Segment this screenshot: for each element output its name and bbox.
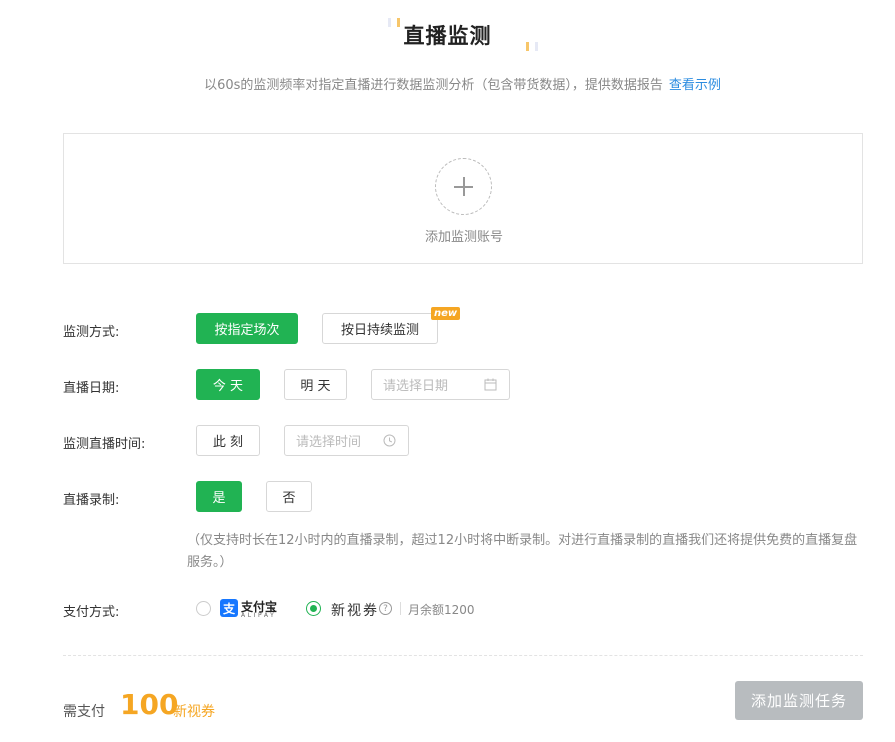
calendar-icon (484, 378, 497, 391)
date-picker-input[interactable]: 请选择日期 (371, 369, 510, 400)
time-picker-input[interactable]: 请选择时间 (284, 425, 409, 456)
question-circle-icon[interactable]: ? (379, 602, 392, 615)
subtitle-text: 以60s的监测频率对指定直播进行数据监测分析（包含带货数据），提供数据报告 (204, 78, 663, 93)
title-decoration (535, 42, 538, 51)
page-title: 直播监测 (403, 24, 492, 48)
coupon-radio[interactable] (306, 601, 321, 616)
add-monitor-task-button[interactable]: 添加监测任务 (735, 681, 863, 720)
alipay-logo-icon: 支 (220, 599, 238, 617)
record-no-button[interactable]: 否 (266, 481, 312, 512)
now-button[interactable]: 此 刻 (196, 425, 260, 456)
coupon-name: 新视券 (331, 603, 379, 619)
pay-unit: 新视券 (173, 704, 215, 720)
today-button[interactable]: 今 天 (196, 369, 260, 400)
clock-icon (383, 434, 396, 447)
page-subtitle: 以60s的监测频率对指定直播进行数据监测分析（包含带货数据），提供数据报告 查看示… (0, 74, 895, 93)
pay-amount: 100 (120, 688, 179, 721)
mode-by-session-button[interactable]: 按指定场次 (196, 313, 298, 344)
recording-label: 直播录制: (63, 493, 120, 508)
plus-icon[interactable] (435, 158, 492, 215)
tomorrow-button[interactable]: 明 天 (284, 369, 347, 400)
mode-daily-button[interactable]: 按日持续监测 (322, 313, 438, 344)
add-account-label: 添加监测账号 (424, 230, 503, 245)
alipay-sub: ALIPAY (241, 612, 277, 619)
recording-note: （仅支持时长在12小时内的直播录制，超过12小时将中断录制。对进行直播录制的直播… (187, 533, 858, 570)
alipay-radio[interactable] (196, 601, 211, 616)
live-time-label: 监测直播时间: (63, 437, 146, 452)
coupon-balance: 月余额1200 (408, 603, 475, 617)
divider (400, 602, 401, 615)
page-header: 直播监测 以60s的监测频率对指定直播进行数据监测分析（包含带货数据），提供数据… (0, 0, 895, 100)
date-picker-placeholder: 请选择日期 (383, 379, 449, 394)
live-date-label: 直播日期: (63, 381, 120, 396)
title-decoration (526, 42, 529, 51)
time-picker-placeholder: 请选择时间 (296, 435, 362, 450)
section-divider (63, 655, 863, 656)
monitor-mode-label: 监测方式: (63, 325, 120, 340)
add-account-box[interactable]: 添加监测账号 (63, 133, 863, 264)
record-yes-button[interactable]: 是 (196, 481, 242, 512)
view-example-link[interactable]: 查看示例 (669, 78, 721, 93)
pay-label: 需支付 (63, 704, 105, 720)
new-badge: new (431, 307, 461, 320)
payment-label: 支付方式: (63, 605, 120, 620)
